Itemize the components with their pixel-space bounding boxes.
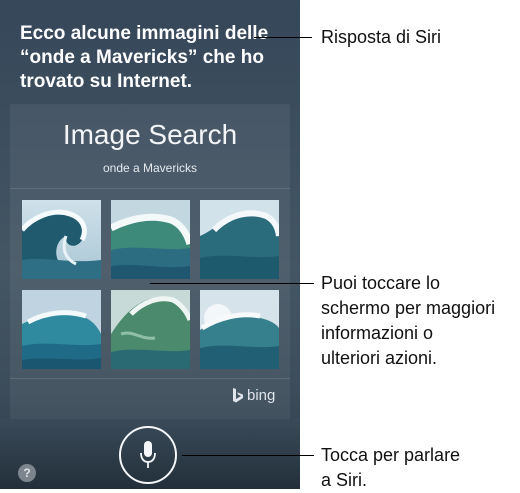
callout-screen-tap: Puoi toccare lo schermo per maggiori inf…: [321, 271, 495, 371]
callout-screen-line-2: schermo per maggiori: [321, 298, 496, 318]
callout-leader-screen: [150, 283, 314, 284]
callout-siri-response: Risposta di Siri: [321, 27, 442, 47]
image-search-query: onde a Mavericks: [102, 161, 198, 175]
callout-screen-line-1: Puoi toccare lo: [321, 273, 441, 293]
image-thumbnail-5[interactable]: [111, 290, 190, 369]
image-thumbnail-1[interactable]: [22, 200, 101, 279]
siri-response-text: Ecco alcune immagini delle “onde a Maver…: [20, 22, 282, 94]
siri-response-line-1: Ecco alcune immagini delle: [20, 23, 269, 44]
help-button[interactable]: ?: [18, 464, 36, 482]
callout-screen-line-3: informazioni o: [321, 323, 434, 343]
callout-leader-speak: [182, 455, 314, 456]
image-thumbnail-3[interactable]: [200, 200, 279, 279]
siri-response-line-3: trovato su Internet.: [20, 71, 193, 92]
callout-speak-line-2: a Siri.: [321, 470, 368, 490]
image-search-title: Image Search: [62, 119, 238, 150]
callout-screen-line-4: ulteriori azioni.: [321, 348, 438, 368]
image-thumbnail-4[interactable]: [22, 290, 101, 369]
bing-attribution: bing: [232, 387, 275, 404]
image-search-card[interactable]: Image Search onde a Mavericks bing: [10, 104, 290, 419]
microphone-button[interactable]: [119, 426, 177, 484]
bing-logo-icon: [233, 387, 243, 402]
card-divider-bottom: [10, 378, 290, 379]
siri-screen: Ecco alcune immagini delle “onde a Maver…: [0, 0, 300, 489]
callout-tap-to-speak: Tocca per parlare a Siri.: [321, 443, 460, 493]
card-divider-top: [10, 188, 290, 189]
image-thumbnail-2[interactable]: [111, 200, 190, 279]
siri-response-line-2: “onde a Mavericks” che ho: [20, 47, 264, 68]
microphone-icon: [140, 441, 156, 468]
image-thumbnail-6[interactable]: [200, 290, 279, 369]
callout-leader-siri: [254, 37, 312, 38]
callout-speak-line-1: Tocca per parlare: [321, 445, 461, 465]
bing-label: bing: [247, 387, 276, 404]
